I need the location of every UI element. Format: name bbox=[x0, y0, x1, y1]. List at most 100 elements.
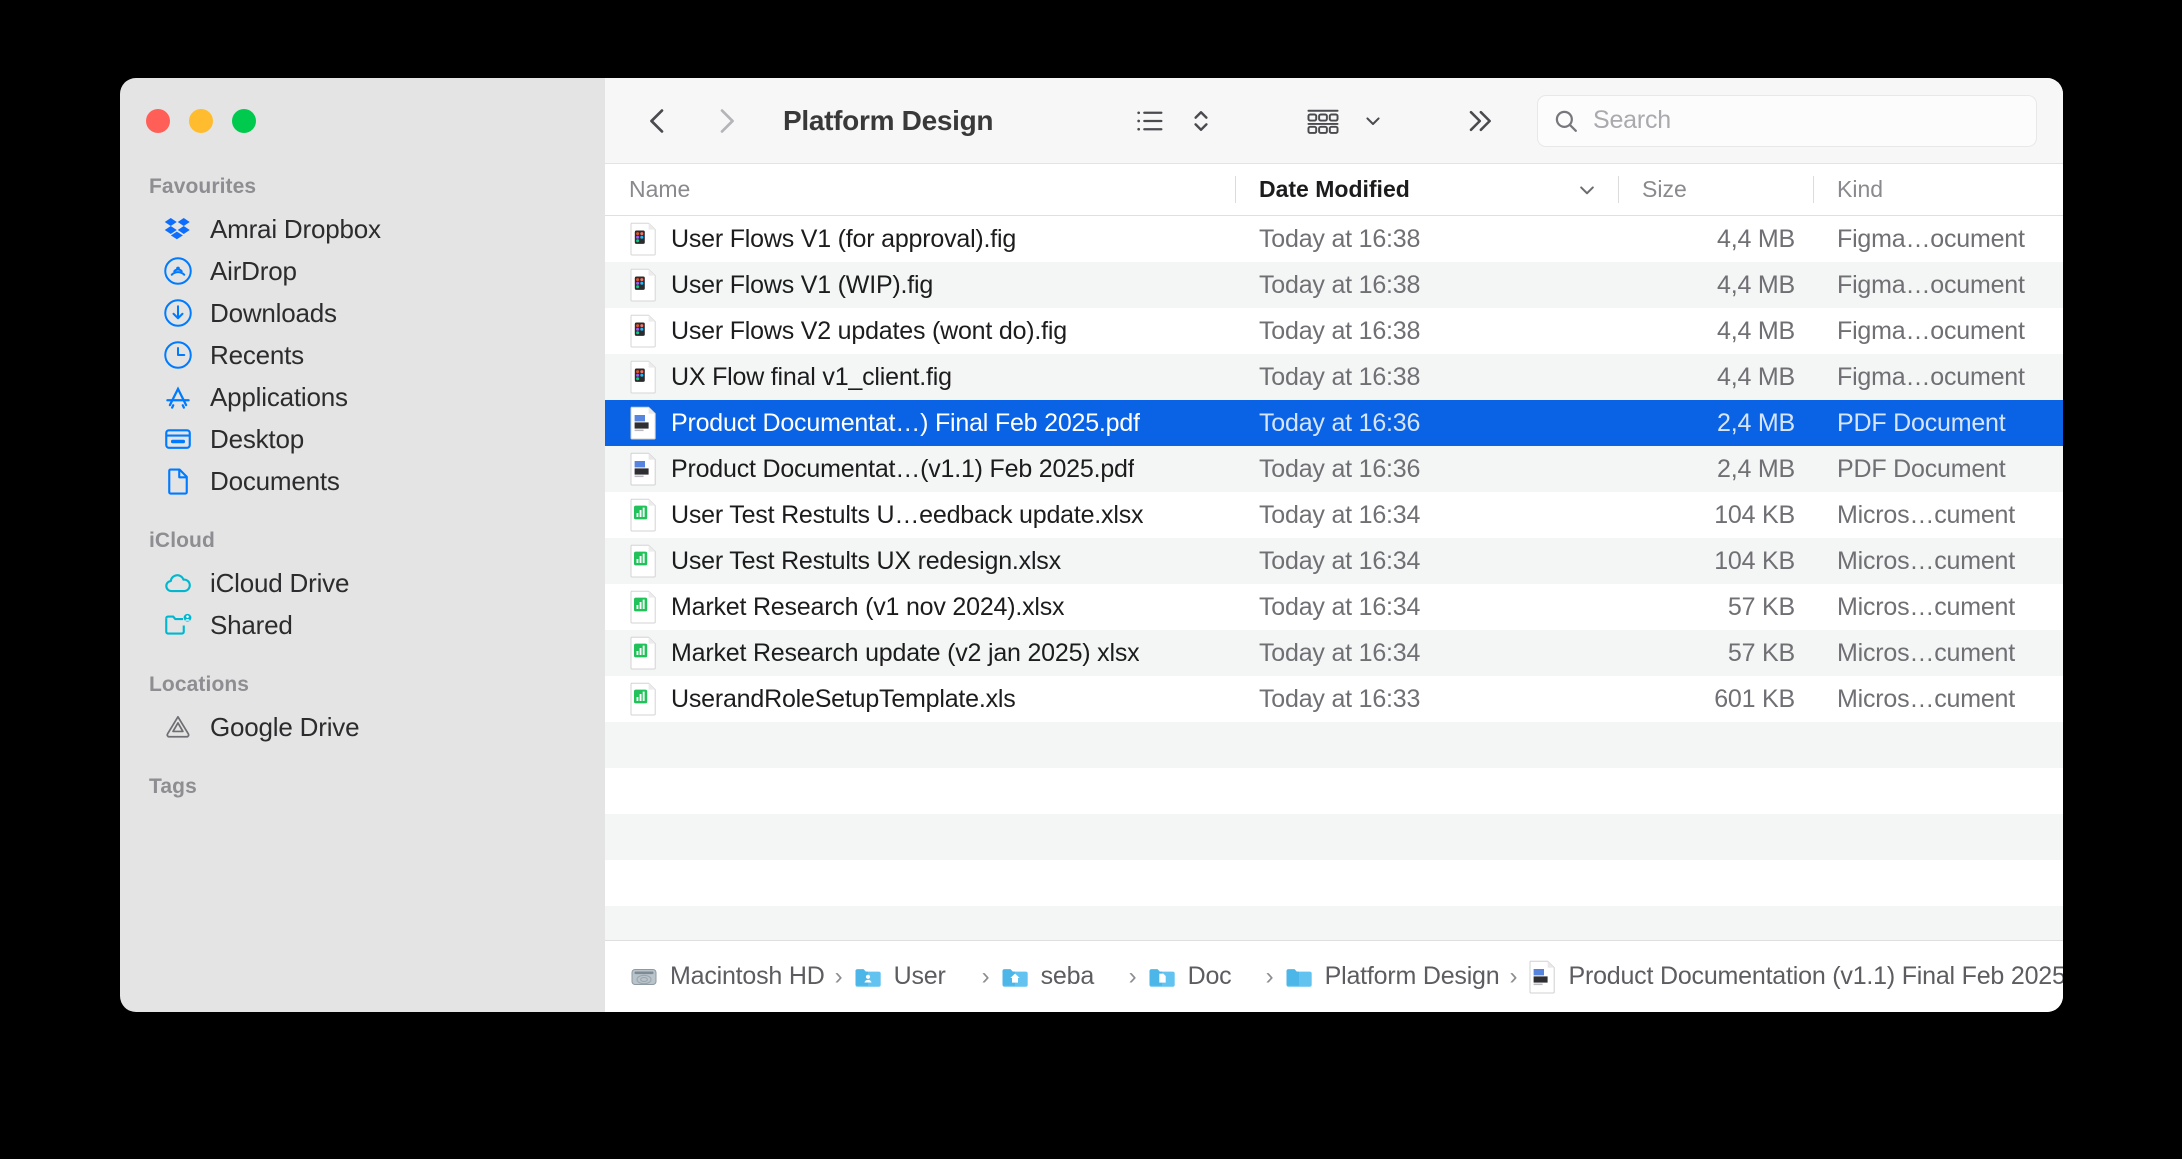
file-name-cell[interactable]: Product Documentat…(v1.1) Feb 2025.pdf bbox=[605, 452, 1235, 486]
documents-folder-icon bbox=[1147, 962, 1177, 992]
sidebar-item-google-drive[interactable]: Google Drive bbox=[134, 706, 591, 748]
file-kind-cell: PDF Document bbox=[1837, 408, 2006, 437]
sidebar-item-recents[interactable]: Recents bbox=[134, 334, 591, 376]
file-name-cell[interactable]: User Flows V1 (for approval).fig bbox=[605, 222, 1235, 256]
table-row[interactable]: User Flows V1 (for approval).fig Today at… bbox=[605, 216, 2063, 262]
table-row[interactable]: UX Flow final v1_client.fig Today at 16:3… bbox=[605, 354, 2063, 400]
sidebar-group-locations: Locations Google Drive bbox=[120, 664, 605, 748]
column-header-kind[interactable]: Kind bbox=[1813, 164, 2063, 215]
close-button[interactable] bbox=[146, 109, 170, 133]
table-row[interactable]: User Flows V2 updates (wont do).fig Today… bbox=[605, 308, 2063, 354]
table-row[interactable]: Product Documentat…) Final Feb 2025.pdf T… bbox=[605, 400, 2063, 446]
file-name-cell[interactable]: User Flows V2 updates (wont do).fig bbox=[605, 314, 1235, 348]
file-name-cell[interactable]: User Test Restults U…eedback update.xlsx bbox=[605, 498, 1235, 532]
list-view-button[interactable] bbox=[1127, 97, 1173, 145]
back-button[interactable] bbox=[635, 98, 681, 144]
sidebar-item-label: Recents bbox=[210, 339, 304, 370]
file-size-cell: 57 KB bbox=[1727, 638, 1795, 667]
more-toolbar-items-button[interactable] bbox=[1457, 97, 1501, 145]
file-name-cell[interactable]: Product Documentat…) Final Feb 2025.pdf bbox=[605, 406, 1235, 440]
search-input[interactable]: Search bbox=[1537, 94, 2037, 147]
sidebar-item-amrai-dropbox[interactable]: Amrai Dropbox bbox=[134, 208, 591, 250]
shared-folder-icon bbox=[163, 610, 193, 640]
zoom-button[interactable] bbox=[232, 109, 256, 133]
breadcrumb-item[interactable]: Platform Design bbox=[1284, 962, 1499, 992]
file-date-cell: Today at 16:36 bbox=[1259, 454, 1421, 483]
table-row[interactable]: User Flows V1 (WIP).fig Today at 16:38 4,4… bbox=[605, 262, 2063, 308]
file-date-cell: Today at 16:38 bbox=[1259, 362, 1421, 391]
file-kind-cell: Micros…cument bbox=[1837, 500, 2015, 529]
forward-button[interactable] bbox=[703, 98, 749, 144]
file-kind-cell: Figma…ocument bbox=[1837, 316, 2025, 345]
sidebar-header-icloud: iCloud bbox=[149, 529, 215, 552]
file-name-cell[interactable]: Market Research (v1 nov 2024).xlsx bbox=[605, 590, 1235, 624]
group-by-button[interactable] bbox=[1299, 97, 1347, 145]
file-kind-cell: PDF Document bbox=[1837, 454, 2006, 483]
file-name-cell[interactable]: User Test Restults UX redesign.xlsx bbox=[605, 544, 1235, 578]
file-size-cell: 2,4 MB bbox=[1717, 454, 1795, 483]
pdf-file-icon bbox=[629, 452, 657, 486]
file-name-label: UserandRoleSetupTemplate.xls bbox=[671, 684, 1016, 713]
column-header-size[interactable]: Size bbox=[1618, 164, 1813, 215]
sidebar-item-label: Downloads bbox=[210, 297, 337, 328]
breadcrumb-separator: › bbox=[1265, 962, 1274, 990]
file-date-cell: Today at 16:36 bbox=[1259, 408, 1421, 437]
breadcrumb-label: Doc bbox=[1187, 962, 1232, 990]
dropbox-icon bbox=[163, 214, 193, 244]
breadcrumb-item[interactable]: seba bbox=[1000, 962, 1119, 992]
sidebar-group-favourites: Favourites Amrai Dropbox AirDrop Downloa… bbox=[120, 166, 605, 502]
breadcrumb-item[interactable]: Doc bbox=[1147, 962, 1256, 992]
sidebar-item-icloud-drive[interactable]: iCloud Drive bbox=[134, 562, 591, 604]
table-row[interactable]: User Test Restults UX redesign.xlsx Today… bbox=[605, 538, 2063, 584]
file-name-label: Market Research (v1 nov 2024).xlsx bbox=[671, 592, 1065, 621]
google-drive-icon bbox=[163, 712, 193, 742]
breadcrumb-item[interactable]: User bbox=[853, 962, 972, 992]
table-row[interactable]: User Test Restults U…eedback update.xlsx… bbox=[605, 492, 2063, 538]
sidebar-item-label: Amrai Dropbox bbox=[210, 213, 381, 244]
minimize-button[interactable] bbox=[189, 109, 213, 133]
file-date-cell: Today at 16:34 bbox=[1259, 500, 1421, 529]
table-row[interactable]: Product Documentat…(v1.1) Feb 2025.pdf To… bbox=[605, 446, 2063, 492]
breadcrumb-separator: › bbox=[1128, 962, 1137, 990]
users-folder-icon bbox=[853, 962, 883, 992]
column-header-date-modified[interactable]: Date Modified bbox=[1235, 164, 1618, 215]
file-list[interactable]: User Flows V1 (for approval).fig Today at… bbox=[605, 216, 2063, 940]
file-kind-cell: Micros…cument bbox=[1837, 592, 2015, 621]
figma-file-icon bbox=[629, 314, 657, 348]
empty-row bbox=[605, 860, 2063, 906]
empty-row bbox=[605, 722, 2063, 768]
sidebar-scroll[interactable]: Favourites Amrai Dropbox AirDrop Downloa… bbox=[120, 164, 605, 808]
breadcrumb-item[interactable]: Macintosh HD bbox=[629, 962, 825, 992]
file-size-cell: 104 KB bbox=[1714, 546, 1795, 575]
file-name-label: Product Documentat…) Final Feb 2025.pdf bbox=[671, 408, 1140, 437]
file-name-cell[interactable]: User Flows V1 (WIP).fig bbox=[605, 268, 1235, 302]
view-controls bbox=[1127, 97, 1221, 145]
table-row[interactable]: UserandRoleSetupTemplate.xls Today at 16:… bbox=[605, 676, 2063, 722]
sidebar-item-desktop[interactable]: Desktop bbox=[134, 418, 591, 460]
file-name-cell[interactable]: UX Flow final v1_client.fig bbox=[605, 360, 1235, 394]
sidebar-item-applications[interactable]: Applications bbox=[134, 376, 591, 418]
table-row[interactable]: Market Research (v1 nov 2024).xlsx Today … bbox=[605, 584, 2063, 630]
sidebar-item-label: iCloud Drive bbox=[210, 567, 350, 598]
file-kind-cell: Micros…cument bbox=[1837, 638, 2015, 667]
breadcrumb-separator: › bbox=[1509, 962, 1518, 990]
sidebar-item-shared[interactable]: Shared bbox=[134, 604, 591, 646]
file-size-cell: 4,4 MB bbox=[1717, 224, 1795, 253]
table-row[interactable]: Market Research update (v2 jan 2025) xls… bbox=[605, 630, 2063, 676]
chevron-down-icon[interactable] bbox=[1355, 97, 1391, 145]
sidebar-group-tags: Tags bbox=[120, 766, 605, 808]
file-kind-cell: Figma…ocument bbox=[1837, 270, 2025, 299]
sidebar-item-downloads[interactable]: Downloads bbox=[134, 292, 591, 334]
sidebar-item-airdrop[interactable]: AirDrop bbox=[134, 250, 591, 292]
sidebar-item-documents[interactable]: Documents bbox=[134, 460, 591, 502]
sort-button[interactable] bbox=[1181, 97, 1221, 145]
file-name-cell[interactable]: Market Research update (v2 jan 2025) xls… bbox=[605, 636, 1235, 670]
empty-row bbox=[605, 768, 2063, 814]
breadcrumb-item[interactable]: Product Documentation (v1.1) Final Feb 2… bbox=[1527, 960, 2063, 993]
column-header-name[interactable]: Name bbox=[605, 164, 1235, 215]
file-name-cell[interactable]: UserandRoleSetupTemplate.xls bbox=[605, 682, 1235, 716]
file-kind-cell: Micros…cument bbox=[1837, 546, 2015, 575]
sidebar-header-locations: Locations bbox=[149, 673, 250, 696]
sidebar-item-label: AirDrop bbox=[210, 255, 297, 286]
figma-file-icon bbox=[629, 360, 657, 394]
